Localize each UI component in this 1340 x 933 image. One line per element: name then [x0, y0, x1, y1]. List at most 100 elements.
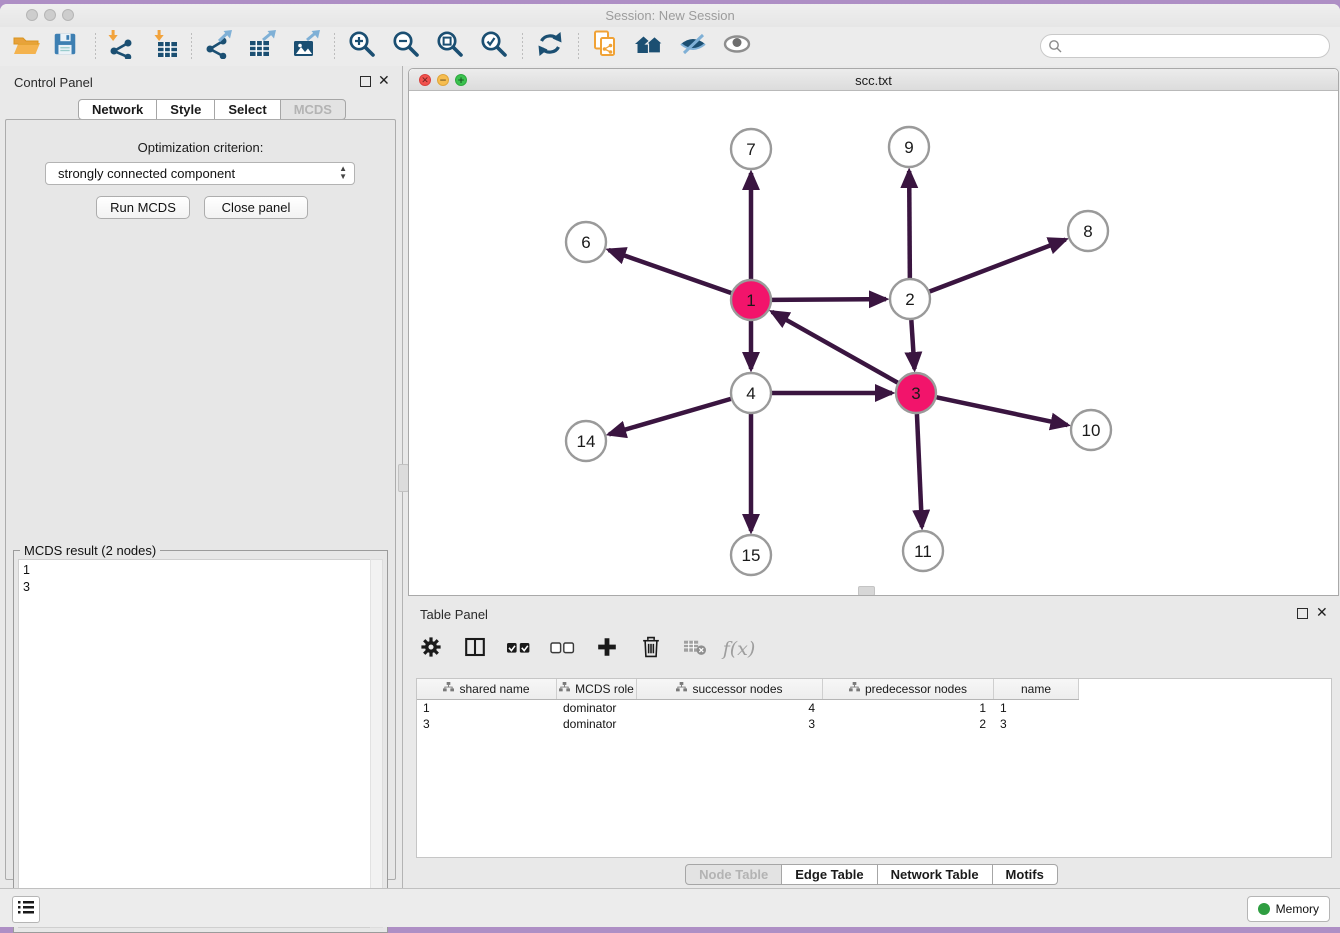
zoom-selected-button[interactable]: [474, 29, 514, 63]
graph-edge-2-3[interactable]: [911, 320, 914, 369]
zoom-out-icon: [391, 29, 421, 64]
memory-button[interactable]: Memory: [1247, 896, 1330, 922]
function-builder-button[interactable]: f(x): [724, 634, 754, 664]
export-table-button[interactable]: [242, 29, 282, 63]
graph-node-7[interactable]: 7: [731, 129, 771, 169]
export-image-button[interactable]: [286, 29, 326, 63]
graph-edge-3-1[interactable]: [772, 312, 898, 383]
select-all-button[interactable]: [504, 634, 534, 664]
delete-table-button[interactable]: [680, 634, 710, 664]
graph-edge-4-14[interactable]: [609, 399, 731, 434]
import-table-button[interactable]: [146, 29, 186, 63]
graph-node-11[interactable]: 11: [903, 531, 943, 571]
save-session-button[interactable]: [45, 29, 85, 63]
table-panel: Table Panel ✕ f(x) shared nameMCDS roles…: [403, 598, 1340, 888]
tab-mcds[interactable]: MCDS: [281, 99, 346, 120]
memory-label: Memory: [1276, 902, 1319, 916]
tab-node-table[interactable]: Node Table: [685, 864, 782, 885]
graph-edge-2-9[interactable]: [909, 171, 910, 278]
show-graphics-button[interactable]: [717, 29, 757, 63]
graph-edge-3-11[interactable]: [917, 414, 922, 527]
delete-column-button[interactable]: [636, 634, 666, 664]
tab-network-table[interactable]: Network Table: [878, 864, 993, 885]
graph-node-6[interactable]: 6: [566, 222, 606, 262]
graph-node-2[interactable]: 2: [890, 279, 930, 319]
zoom-in-button[interactable]: [342, 29, 382, 63]
tab-network[interactable]: Network: [78, 99, 157, 120]
control-panel-header: Control Panel ✕: [0, 66, 402, 96]
table-row[interactable]: 1dominator411: [417, 700, 1331, 716]
network-window-title: scc.txt: [409, 73, 1338, 88]
mcds-result-title: MCDS result (2 nodes): [20, 543, 160, 558]
table-panel-title: Table Panel: [420, 607, 488, 622]
network-window-titlebar[interactable]: ✕ − + scc.txt: [409, 69, 1338, 91]
zoom-fit-button[interactable]: [430, 29, 470, 63]
graph-edge-1-6[interactable]: [609, 250, 732, 293]
save-floppy-icon: [51, 30, 79, 63]
table-close-icon[interactable]: ✕: [1316, 607, 1328, 618]
criterion-select[interactable]: strongly connected component ▲▼: [45, 162, 355, 185]
graph-node-15[interactable]: 15: [731, 535, 771, 575]
graph-node-1[interactable]: 1: [731, 280, 771, 320]
zoom-out-button[interactable]: [386, 29, 426, 63]
svg-text:10: 10: [1082, 421, 1101, 440]
table-settings-button[interactable]: [416, 634, 446, 664]
import-network-button[interactable]: [100, 29, 140, 63]
graph-node-10[interactable]: 10: [1071, 410, 1111, 450]
table-tabs: Node TableEdge TableNetwork TableMotifs: [403, 864, 1340, 885]
tab-motifs[interactable]: Motifs: [993, 864, 1058, 885]
refresh-view-button[interactable]: [530, 29, 570, 63]
home-view-button[interactable]: [629, 29, 669, 63]
table-float-icon[interactable]: [1297, 608, 1308, 619]
table-header-row: shared nameMCDS rolesuccessor nodesprede…: [417, 679, 1079, 700]
duplicate-network-icon: [590, 29, 620, 64]
run-mcds-button[interactable]: Run MCDS: [96, 196, 190, 219]
hide-graphics-button[interactable]: [673, 29, 713, 63]
panel-list-button[interactable]: [12, 896, 40, 923]
svg-text:2: 2: [905, 290, 914, 309]
duplicate-network-button[interactable]: [585, 29, 625, 63]
graph-node-8[interactable]: 8: [1068, 211, 1108, 251]
split-columns-icon: [463, 635, 487, 664]
table-row[interactable]: 3dominator323: [417, 716, 1331, 732]
column-header-successor-nodes[interactable]: successor nodes: [637, 679, 823, 699]
canvas-splitter-grip[interactable]: [858, 586, 875, 595]
result-scrollbar[interactable]: [370, 559, 383, 928]
tab-style[interactable]: Style: [157, 99, 215, 120]
close-panel-icon[interactable]: ✕: [378, 75, 390, 86]
zoom-selected-icon: [479, 29, 509, 64]
graph-edge-1-2[interactable]: [772, 299, 886, 300]
close-panel-button[interactable]: Close panel: [204, 196, 308, 219]
graph-edge-3-10[interactable]: [937, 397, 1068, 425]
open-session-button[interactable]: [6, 29, 46, 63]
mcds-result-text[interactable]: 1 3: [18, 559, 372, 928]
add-column-button[interactable]: [592, 634, 622, 664]
graph-node-4[interactable]: 4: [731, 373, 771, 413]
column-header-name[interactable]: name: [994, 679, 1079, 699]
network-graph[interactable]: 1 2 3 4 6 7 8 9 10 11 14 15: [409, 91, 1338, 595]
column-header-MCDS-role[interactable]: MCDS role: [557, 679, 637, 699]
search-field[interactable]: [1040, 34, 1330, 58]
svg-text:11: 11: [914, 542, 932, 561]
mcds-result-box: MCDS result (2 nodes) 1 3: [13, 550, 388, 933]
show-column-panel-button[interactable]: [460, 634, 490, 664]
graph-node-3[interactable]: 3: [896, 373, 936, 413]
svg-text:4: 4: [746, 384, 755, 403]
table-body: 1dominator4113dominator323: [417, 700, 1331, 732]
criterion-value: strongly connected component: [58, 166, 235, 181]
tab-edge-table[interactable]: Edge Table: [782, 864, 877, 885]
network-canvas[interactable]: 1 2 3 4 6 7 8 9 10 11 14 15: [409, 91, 1338, 595]
delete-table-icon: [682, 636, 708, 663]
column-header-predecessor-nodes[interactable]: predecessor nodes: [823, 679, 994, 699]
search-icon: [1048, 39, 1062, 53]
graph-node-9[interactable]: 9: [889, 127, 929, 167]
graph-edge-2-8[interactable]: [930, 240, 1066, 292]
column-header-shared-name[interactable]: shared name: [417, 679, 557, 699]
search-input[interactable]: [1066, 36, 1329, 56]
export-network-button[interactable]: [198, 29, 238, 63]
status-bar: Memory: [0, 888, 1340, 927]
float-panel-icon[interactable]: [360, 76, 371, 87]
graph-node-14[interactable]: 14: [566, 421, 606, 461]
tab-select[interactable]: Select: [215, 99, 280, 120]
select-none-button[interactable]: [548, 634, 578, 664]
